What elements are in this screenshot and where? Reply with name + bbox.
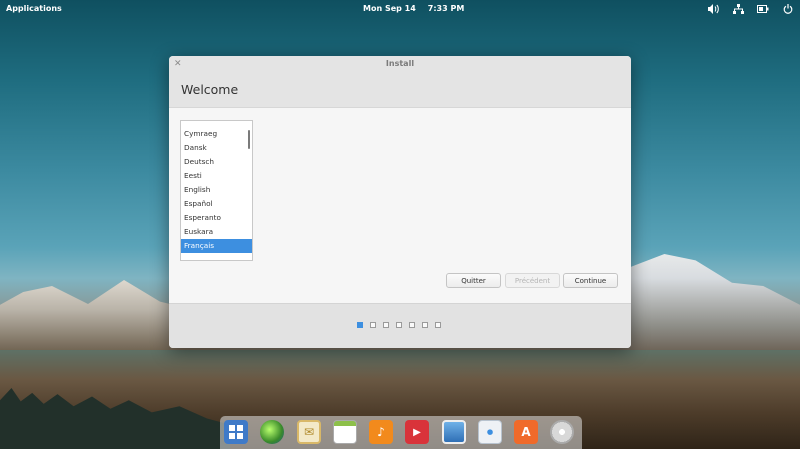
window-footer xyxy=(169,303,631,348)
system-tray xyxy=(707,3,794,14)
calendar-icon[interactable] xyxy=(333,420,357,444)
mail-icon[interactable]: ✉ xyxy=(297,420,321,444)
app-center-icon[interactable]: A xyxy=(514,420,538,444)
list-item[interactable]: Deutsch xyxy=(181,155,252,169)
window-titlebar[interactable]: ✕ Install Welcome xyxy=(169,56,631,108)
previous-button[interactable]: Précédent xyxy=(505,273,560,288)
list-item[interactable]: Esperanto xyxy=(181,211,252,225)
list-item[interactable]: Dansk xyxy=(181,141,252,155)
clock-indicator[interactable]: Mon Sep 14 7:33 PM xyxy=(363,4,464,13)
power-icon[interactable] xyxy=(782,3,794,14)
page-title: Welcome xyxy=(181,82,239,97)
list-item[interactable]: English xyxy=(181,183,252,197)
quit-button[interactable]: Quitter xyxy=(446,273,501,288)
music-icon[interactable]: ♪ xyxy=(369,420,393,444)
installer-window: ✕ Install Welcome Cymraeg Dansk Deutsch … xyxy=(169,56,631,348)
step-dot-current xyxy=(357,322,363,328)
step-dot xyxy=(435,322,441,328)
step-dot xyxy=(396,322,402,328)
step-dot xyxy=(370,322,376,328)
list-item[interactable]: Cymraeg xyxy=(181,127,252,141)
list-scrollbar[interactable] xyxy=(248,130,250,149)
date-label: Mon Sep 14 xyxy=(363,4,416,13)
window-title: Install xyxy=(385,59,415,68)
list-item[interactable]: Eesti xyxy=(181,169,252,183)
photos-icon[interactable] xyxy=(442,420,466,444)
applications-menu[interactable]: Applications xyxy=(6,4,62,13)
volume-icon[interactable] xyxy=(707,3,719,14)
time-label: 7:33 PM xyxy=(427,4,465,13)
web-browser-icon[interactable] xyxy=(260,420,284,444)
top-panel: Applications Mon Sep 14 7:33 PM xyxy=(0,0,800,18)
network-icon[interactable] xyxy=(732,3,744,14)
system-settings-icon[interactable]: ⏺ xyxy=(478,420,502,444)
videos-icon[interactable]: ▶ xyxy=(405,420,429,444)
list-item-selected[interactable]: Français xyxy=(181,239,252,253)
list-item[interactable]: Euskara xyxy=(181,225,252,239)
step-dot xyxy=(383,322,389,328)
multitasking-view-icon[interactable] xyxy=(224,420,248,444)
battery-icon[interactable] xyxy=(757,3,769,14)
list-item[interactable]: Español xyxy=(181,197,252,211)
step-indicator xyxy=(357,322,441,328)
continue-button[interactable]: Continue xyxy=(563,273,618,288)
step-dot xyxy=(409,322,415,328)
step-dot xyxy=(422,322,428,328)
dock: ✉ ♪ ▶ ⏺ A xyxy=(220,416,582,449)
installer-icon[interactable] xyxy=(550,420,574,444)
welcome-content: Cymraeg Dansk Deutsch Eesti English Espa… xyxy=(169,108,631,303)
language-list[interactable]: Cymraeg Dansk Deutsch Eesti English Espa… xyxy=(180,120,253,261)
